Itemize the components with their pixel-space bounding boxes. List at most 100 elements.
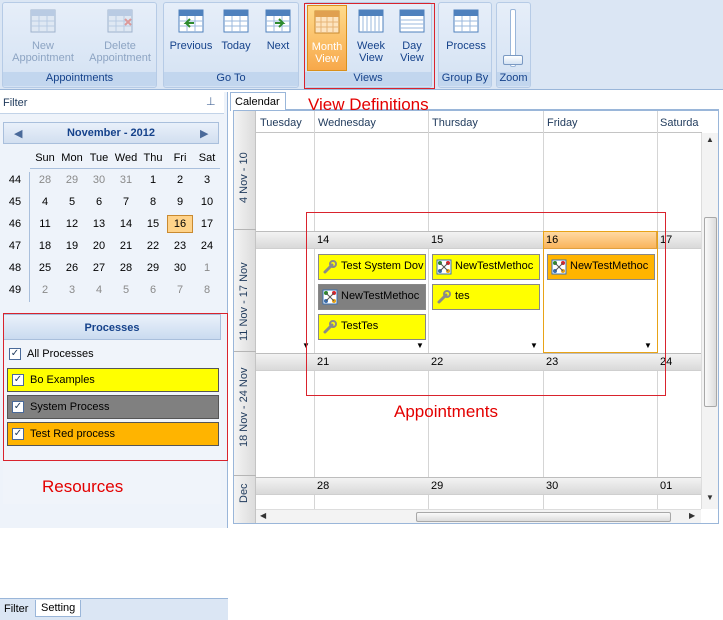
appointments-group: New Appointment Delete Appointment Appoint… [2,2,157,88]
calendar-icon [30,9,56,33]
date-cell[interactable]: 4 [86,284,112,296]
date-cell[interactable]: 12 [59,218,85,230]
group-label-groupby: Group By [439,72,491,86]
weeknum-divider [29,172,30,302]
date-cell[interactable]: 22 [140,240,166,252]
week-row-label: 11 Nov - 17 Nov [238,262,250,341]
zoom-slider-thumb[interactable] [503,55,523,65]
next-button[interactable]: Next [258,7,298,52]
week-separator [234,475,256,476]
date-cell[interactable]: 18 [32,240,58,252]
date-cell[interactable]: 1 [194,262,220,274]
week-number: 48 [8,262,22,274]
date-cell[interactable]: 19 [59,240,85,252]
date-cell[interactable]: 29 [59,174,85,186]
weekday-header: Wed [114,152,138,164]
scroll-down-icon[interactable]: ▼ [706,493,714,502]
month-title: November - 2012 [66,127,156,139]
date-cell[interactable]: 15 [140,218,166,230]
date-cell[interactable]: 5 [59,196,85,208]
date-cell[interactable]: 1 [140,174,166,186]
date-cell[interactable]: 3 [194,174,220,186]
vertical-scroll-thumb[interactable] [704,217,717,407]
date-cell[interactable]: 28 [113,262,139,274]
date-cell[interactable]: 20 [86,240,112,252]
date-cell[interactable]: 27 [86,262,112,274]
view-definitions-highlight [304,3,435,89]
date-cell[interactable]: 26 [59,262,85,274]
date-cell[interactable]: 7 [113,196,139,208]
zoom-group: Zoom [496,2,531,88]
calendar-next-icon [265,9,291,33]
date-cell[interactable]: 7 [167,284,193,296]
group-label-zoom: Zoom [497,72,530,86]
horizontal-scrollbar[interactable]: ◀ ▶ [256,509,701,523]
delete-calendar-icon [107,9,133,33]
date-cell[interactable]: 13 [86,218,112,230]
date-cell[interactable]: 4 [32,196,58,208]
filter-pane: Filter ⊥ ◀ November - 2012 ▶ Sun Mon Tue We… [0,92,228,620]
group-label-appointments: Appointments [3,72,156,86]
date-cell[interactable]: 3 [59,284,85,296]
week-number: 44 [8,174,22,186]
date-cell[interactable]: 10 [194,196,220,208]
scroll-left-icon[interactable]: ◀ [260,511,266,520]
weekday-header: Mon [61,152,83,164]
weekday-header: Thu [143,152,163,164]
date-cell[interactable]: 5 [113,284,139,296]
date-cell[interactable]: 8 [194,284,220,296]
process-button[interactable]: Process [441,7,491,52]
date-cell[interactable]: 21 [113,240,139,252]
weekday-header: Fri [173,152,187,164]
pin-icon[interactable]: ⊥ [206,95,216,108]
scroll-right-icon[interactable]: ▶ [689,511,695,520]
date-cell[interactable]: 25 [32,262,58,274]
date-cell[interactable]: 14 [113,218,139,230]
week-number: 45 [8,196,22,208]
tab-setting[interactable]: Setting [35,600,82,617]
group-label-goto: Go To [164,72,298,86]
date-cell[interactable]: 2 [32,284,58,296]
appointments-annotation: Appointments [394,402,498,421]
tab-filter[interactable]: Filter [4,603,28,615]
week-row-label: 4 Nov - 10 [238,152,250,203]
date-cell[interactable]: 30 [167,262,193,274]
filter-title: Filter [3,97,28,109]
today-button[interactable]: Today [216,7,256,52]
week-row-label: Dec [238,483,250,503]
week-number: 47 [8,240,22,252]
weekday-header: Sat [198,152,216,164]
date-cell[interactable]: 29 [140,262,166,274]
day-header: Saturda [660,117,699,129]
date-cell[interactable]: 30 [86,174,112,186]
previous-button[interactable]: Previous [168,7,214,52]
new-appointment-button[interactable]: New Appointment [6,7,80,64]
delete-appointment-button[interactable]: Delete Appointment [83,7,157,64]
week-separator [234,351,256,352]
date-cell[interactable]: 9 [167,196,193,208]
calendar-tab[interactable]: Calendar [230,92,286,111]
vertical-scrollbar[interactable]: ▲ ▼ [701,133,718,509]
group-by-process-icon [453,9,479,33]
next-month-icon[interactable]: ▶ [200,127,208,140]
today-date-cell[interactable]: 16 [167,215,193,233]
date-cell[interactable]: 2 [167,174,193,186]
date-number: 28 [317,480,330,492]
date-cell[interactable]: 11 [32,218,58,230]
date-cell[interactable]: 23 [167,240,193,252]
scroll-up-icon[interactable]: ▲ [706,135,714,144]
date-number: 30 [546,480,559,492]
date-cell[interactable]: 31 [113,174,139,186]
date-cell[interactable]: 8 [140,196,166,208]
week-number: 46 [8,218,22,230]
date-cell[interactable]: 24 [194,240,220,252]
horizontal-scroll-thumb[interactable] [416,512,671,522]
date-cell[interactable]: 28 [32,174,58,186]
calendar-today-icon [223,9,249,33]
calendar-previous-icon [178,9,204,33]
date-cell[interactable]: 6 [140,284,166,296]
date-cell[interactable]: 6 [86,196,112,208]
day-header: Wednesday [318,117,376,129]
date-cell[interactable]: 17 [194,218,220,230]
mini-calendar: Sun Mon Tue Wed Thu Fri Sat 44 45 46 47 48 49 28 29 30 3… [0,150,224,302]
